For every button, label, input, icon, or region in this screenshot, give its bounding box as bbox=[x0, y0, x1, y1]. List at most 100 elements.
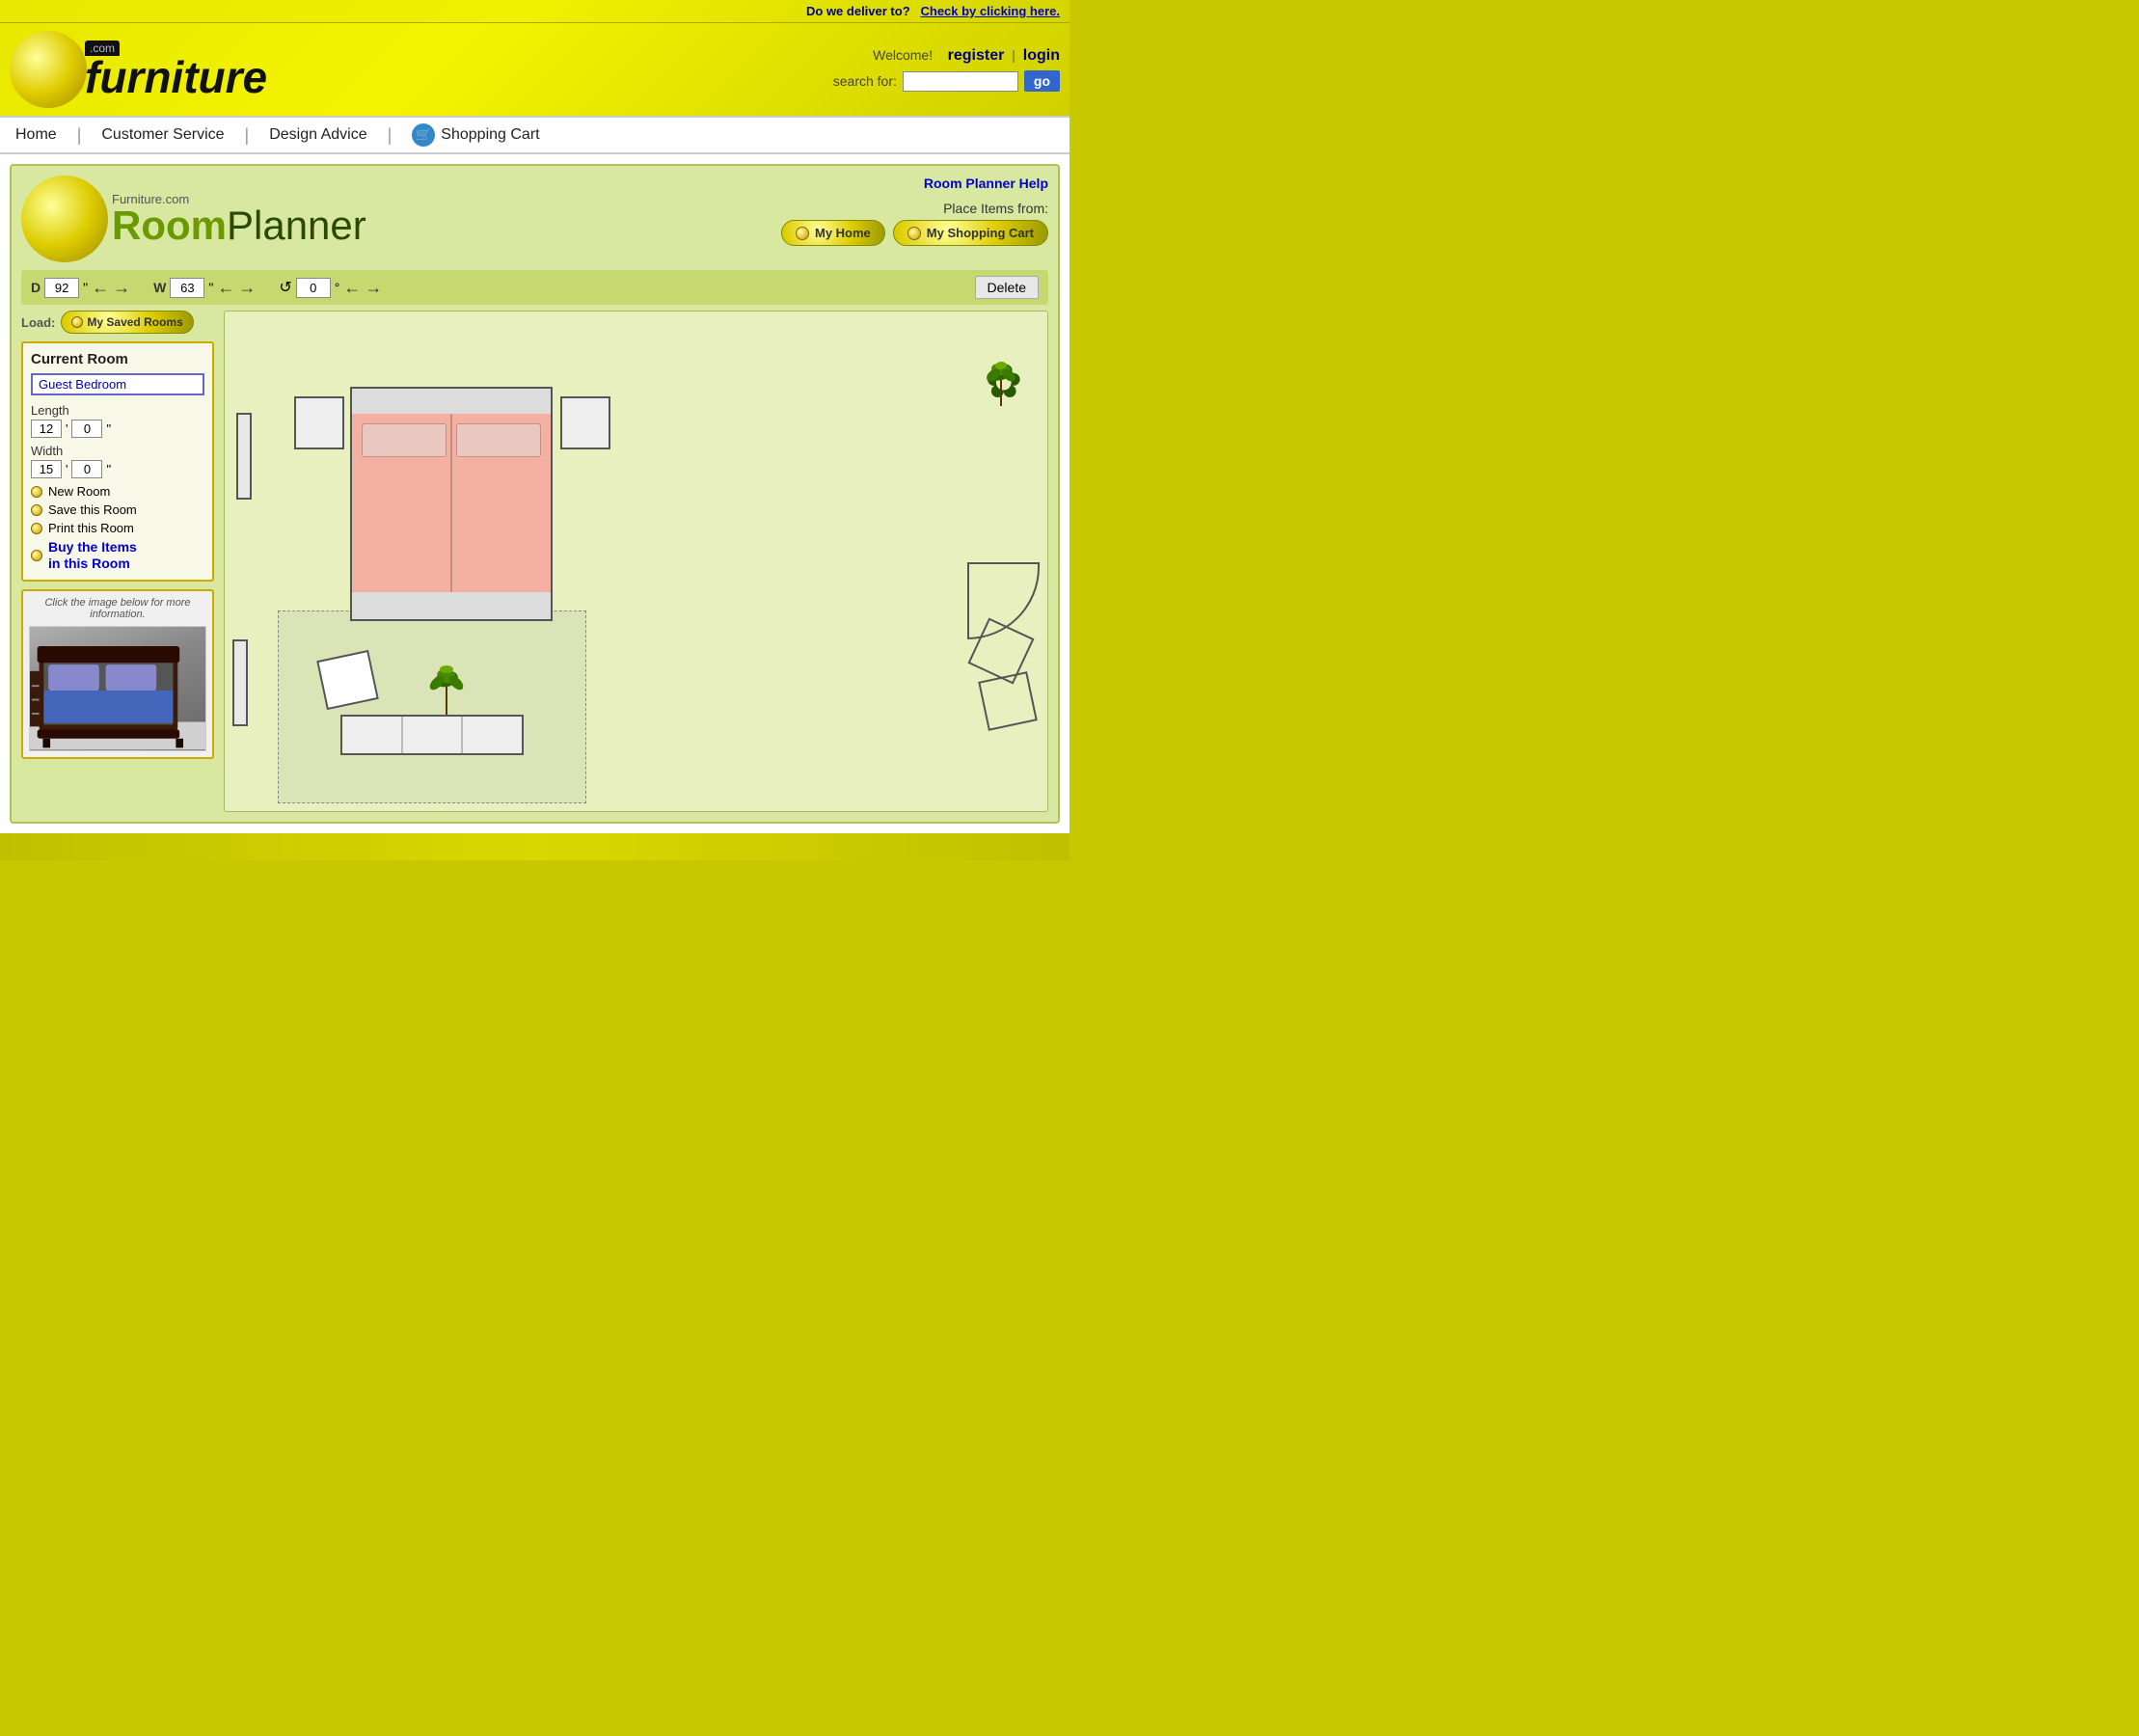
nav-customer-service[interactable]: Customer Service bbox=[86, 126, 239, 144]
depth-label: D bbox=[31, 280, 41, 295]
current-room-title: Current Room bbox=[31, 351, 204, 367]
logo-area: .com furniture bbox=[10, 31, 267, 108]
length-ft-input[interactable] bbox=[31, 420, 62, 438]
my-saved-rooms-button[interactable]: My Saved Rooms bbox=[61, 311, 193, 334]
bed-divider bbox=[450, 414, 452, 592]
new-room-label: New Room bbox=[48, 484, 110, 499]
cart-icon: 🛒 bbox=[412, 123, 435, 147]
print-room-action[interactable]: Print this Room bbox=[31, 521, 204, 535]
shopping-cart-label: Shopping Cart bbox=[441, 126, 539, 144]
rotate-icon: ↺ bbox=[279, 278, 291, 297]
width-unit: " bbox=[208, 280, 213, 295]
nav-sep2: | bbox=[240, 125, 255, 146]
dresser-divider2 bbox=[461, 717, 463, 753]
width-control: W " ← → bbox=[153, 278, 256, 298]
print-room-label: Print this Room bbox=[48, 521, 134, 535]
bed-silhouette-svg bbox=[30, 627, 205, 751]
buy-items-action[interactable]: Buy the Items in this Room bbox=[31, 539, 204, 572]
preview-hint: Click the image below for more informati… bbox=[29, 597, 206, 620]
depth-arrow-left: ← bbox=[92, 278, 109, 298]
nav-sep1: | bbox=[72, 125, 87, 146]
bed-body bbox=[350, 414, 553, 592]
header: .com furniture Welcome! register | login… bbox=[0, 23, 1070, 116]
corner-br-2[interactable] bbox=[978, 671, 1038, 731]
nav-bar: Home | Customer Service | Design Advice … bbox=[0, 116, 1070, 154]
save-room-action[interactable]: Save this Room bbox=[31, 502, 204, 517]
my-cart-label: My Shopping Cart bbox=[927, 226, 1034, 240]
header-right: Welcome! register | login search for: go bbox=[833, 47, 1060, 92]
rp-logo-wrapper: Furniture.com RoomPlanner bbox=[21, 176, 366, 262]
rp-load-section: Load: My Saved Rooms bbox=[21, 311, 214, 334]
rotate-control: ↺ ° ← → bbox=[279, 278, 382, 298]
dresser-bottom[interactable] bbox=[340, 715, 524, 755]
rp-place-items-label: Place Items from: bbox=[781, 201, 1048, 216]
bed[interactable] bbox=[350, 387, 553, 628]
depth-input[interactable] bbox=[44, 278, 79, 298]
width-label: W bbox=[153, 280, 166, 295]
length-in-input[interactable] bbox=[71, 420, 102, 438]
width-field: Width ' " bbox=[31, 444, 204, 478]
nav-home[interactable]: Home bbox=[15, 126, 72, 144]
nightstand-right[interactable] bbox=[560, 396, 610, 449]
welcome-row: Welcome! register | login bbox=[833, 47, 1060, 65]
nav-sep3: | bbox=[383, 125, 397, 146]
rotate-arrow-left: ← bbox=[343, 278, 361, 298]
search-row: search for: go bbox=[833, 70, 1060, 92]
print-room-circle bbox=[31, 523, 42, 534]
logo-circle bbox=[10, 31, 87, 108]
delete-button[interactable]: Delete bbox=[975, 276, 1039, 299]
rp-planner-word: Planner bbox=[227, 203, 366, 248]
register-link[interactable]: register bbox=[948, 47, 1005, 64]
width-in-unit: " bbox=[106, 462, 111, 476]
my-home-button[interactable]: My Home bbox=[781, 220, 885, 246]
buy-items-circle bbox=[31, 550, 42, 561]
rp-canvas[interactable]: ✿ bbox=[224, 311, 1048, 812]
room-actions: New Room Save this Room Print this Room bbox=[31, 484, 204, 572]
rp-help-link[interactable]: Room Planner Help bbox=[924, 176, 1048, 191]
bed-footboard bbox=[350, 592, 553, 621]
load-label: Load: bbox=[21, 315, 55, 330]
length-label: Length bbox=[31, 403, 204, 418]
new-room-action[interactable]: New Room bbox=[31, 484, 204, 499]
width-arrow-left: ← bbox=[217, 278, 234, 298]
width-ft-input[interactable] bbox=[31, 460, 62, 478]
nav-shopping-cart[interactable]: 🛒 Shopping Cart bbox=[396, 123, 555, 147]
save-room-label: Save this Room bbox=[48, 502, 137, 517]
preview-image[interactable] bbox=[29, 626, 206, 751]
my-home-label: My Home bbox=[815, 226, 871, 240]
width-arrow-right: → bbox=[238, 278, 256, 298]
rp-left-panel: Load: My Saved Rooms Current Room Length bbox=[21, 311, 214, 812]
rp-header: Furniture.com RoomPlanner Room Planner H… bbox=[21, 176, 1048, 262]
logo-furniture-text: furniture bbox=[85, 58, 267, 97]
login-link[interactable]: login bbox=[1023, 47, 1060, 64]
delivery-link[interactable]: Check by clicking here. bbox=[920, 4, 1060, 18]
width-inputs: ' " bbox=[31, 460, 204, 478]
my-shopping-cart-button[interactable]: My Shopping Cart bbox=[893, 220, 1048, 246]
product-preview[interactable]: Click the image below for more informati… bbox=[21, 589, 214, 759]
buy-items-label: Buy the Items in this Room bbox=[48, 539, 137, 572]
nightstand-left[interactable] bbox=[294, 396, 344, 449]
nav-design-advice[interactable]: Design Advice bbox=[254, 126, 382, 144]
room-planner-container: Furniture.com RoomPlanner Room Planner H… bbox=[10, 164, 1060, 824]
width-in-input[interactable] bbox=[71, 460, 102, 478]
pillow-right bbox=[456, 423, 541, 457]
bed-headboard bbox=[350, 387, 553, 414]
pipe-separator: | bbox=[1012, 47, 1015, 63]
dresser-divider1 bbox=[401, 717, 403, 753]
search-label: search for: bbox=[833, 73, 897, 89]
logo-text-block: .com furniture bbox=[85, 41, 267, 97]
rp-body: Load: My Saved Rooms Current Room Length bbox=[21, 311, 1048, 812]
go-button[interactable]: go bbox=[1024, 70, 1060, 92]
room-name-input[interactable] bbox=[31, 373, 204, 395]
length-inputs: ' " bbox=[31, 420, 204, 438]
length-in-unit: " bbox=[106, 421, 111, 436]
my-home-circle bbox=[796, 227, 809, 240]
rotate-input[interactable] bbox=[296, 278, 331, 298]
search-input[interactable] bbox=[903, 71, 1018, 92]
bottom-bar bbox=[0, 833, 1070, 860]
logo-combined: .com furniture bbox=[10, 31, 267, 108]
rp-place-items-buttons: My Home My Shopping Cart bbox=[781, 220, 1048, 246]
left-door-top bbox=[236, 413, 252, 500]
width-input[interactable] bbox=[170, 278, 204, 298]
saved-rooms-label: My Saved Rooms bbox=[87, 315, 182, 329]
